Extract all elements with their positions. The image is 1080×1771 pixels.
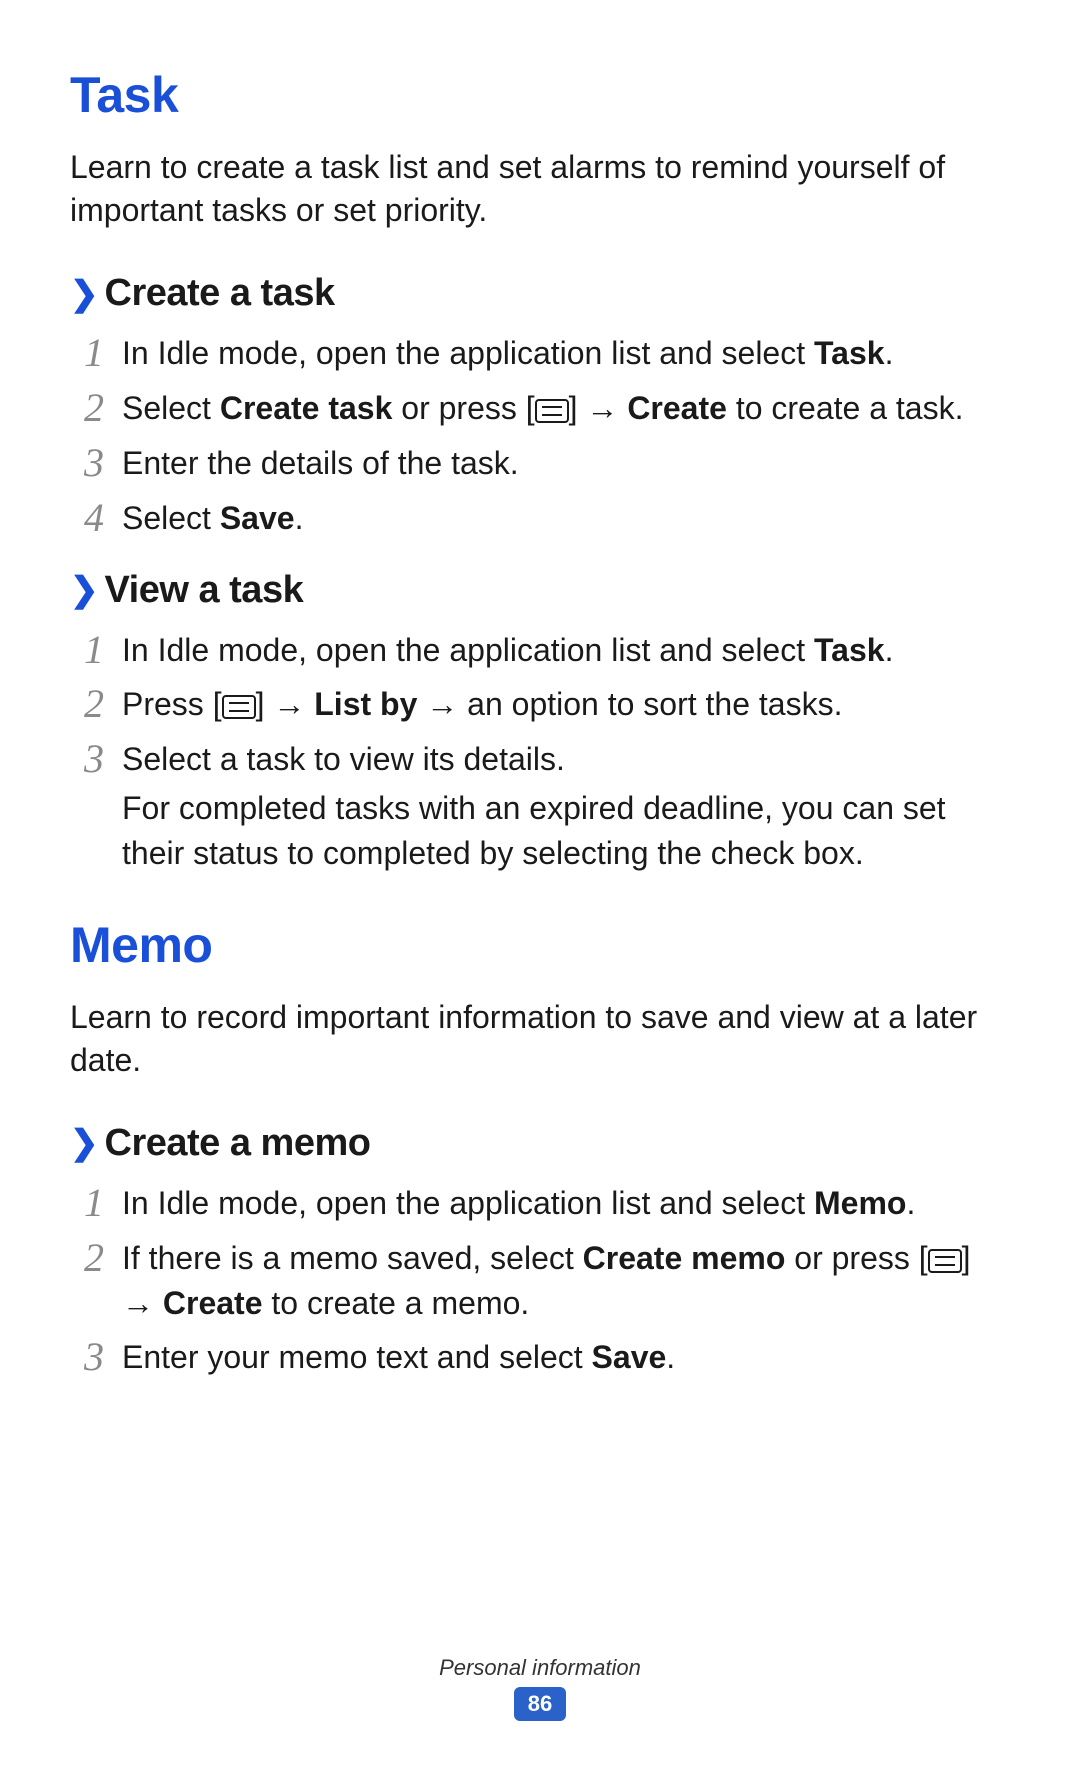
step-number: 3	[70, 1335, 104, 1377]
step-text: Select Create task or press [] → Create …	[122, 386, 1010, 431]
step: 3 Enter your memo text and select Save.	[70, 1335, 1010, 1380]
steps-create-task: 1 In Idle mode, open the application lis…	[70, 331, 1010, 540]
page-number: 86	[514, 1687, 566, 1721]
step: 1 In Idle mode, open the application lis…	[70, 331, 1010, 376]
steps-view-task: 1 In Idle mode, open the application lis…	[70, 628, 1010, 876]
menu-icon	[222, 695, 256, 719]
subheading-label: Create a task	[105, 272, 335, 315]
step: 2 Select Create task or press [] → Creat…	[70, 386, 1010, 431]
step: 1 In Idle mode, open the application lis…	[70, 628, 1010, 673]
subheading-label: View a task	[105, 569, 304, 612]
menu-icon	[928, 1249, 962, 1273]
heading-task: Task	[70, 66, 1010, 124]
chevron-icon: ❯	[70, 573, 99, 607]
page-footer: Personal information 86	[0, 1655, 1080, 1721]
memo-intro: Learn to record important information to…	[70, 996, 1010, 1082]
steps-create-memo: 1 In Idle mode, open the application lis…	[70, 1181, 1010, 1380]
step-subtext: For completed tasks with an expired dead…	[122, 786, 1010, 876]
chevron-icon: ❯	[70, 277, 99, 311]
subheading-label: Create a memo	[105, 1122, 371, 1165]
step-number: 1	[70, 331, 104, 373]
step-text: Select Save.	[122, 496, 1010, 541]
step-text: In Idle mode, open the application list …	[122, 1181, 1010, 1226]
manual-page: Task Learn to create a task list and set…	[0, 0, 1080, 1771]
step: 1 In Idle mode, open the application lis…	[70, 1181, 1010, 1226]
step-number: 2	[70, 682, 104, 724]
step: 3 Select a task to view its details. For…	[70, 737, 1010, 875]
task-intro: Learn to create a task list and set alar…	[70, 146, 1010, 232]
chevron-icon: ❯	[70, 1126, 99, 1160]
step-text: Select a task to view its details. For c…	[122, 737, 1010, 875]
heading-memo: Memo	[70, 916, 1010, 974]
step-number: 4	[70, 496, 104, 538]
step-number: 1	[70, 1181, 104, 1223]
step-text: In Idle mode, open the application list …	[122, 628, 1010, 673]
menu-icon	[535, 399, 569, 423]
step: 3 Enter the details of the task.	[70, 441, 1010, 486]
step-number: 1	[70, 628, 104, 670]
step-number: 3	[70, 737, 104, 779]
footer-section-label: Personal information	[0, 1655, 1080, 1681]
subheading-create-task: ❯ Create a task	[70, 272, 1010, 315]
subheading-view-task: ❯ View a task	[70, 569, 1010, 612]
step-text: In Idle mode, open the application list …	[122, 331, 1010, 376]
step-text: Enter your memo text and select Save.	[122, 1335, 1010, 1380]
step-text: Press [] → List by → an option to sort t…	[122, 682, 1010, 727]
step: 2 If there is a memo saved, select Creat…	[70, 1236, 1010, 1326]
step-text: Enter the details of the task.	[122, 441, 1010, 486]
step: 4 Select Save.	[70, 496, 1010, 541]
subheading-create-memo: ❯ Create a memo	[70, 1122, 1010, 1165]
step-number: 2	[70, 386, 104, 428]
step-text: If there is a memo saved, select Create …	[122, 1236, 1010, 1326]
step: 2 Press [] → List by → an option to sort…	[70, 682, 1010, 727]
step-number: 3	[70, 441, 104, 483]
step-number: 2	[70, 1236, 104, 1278]
